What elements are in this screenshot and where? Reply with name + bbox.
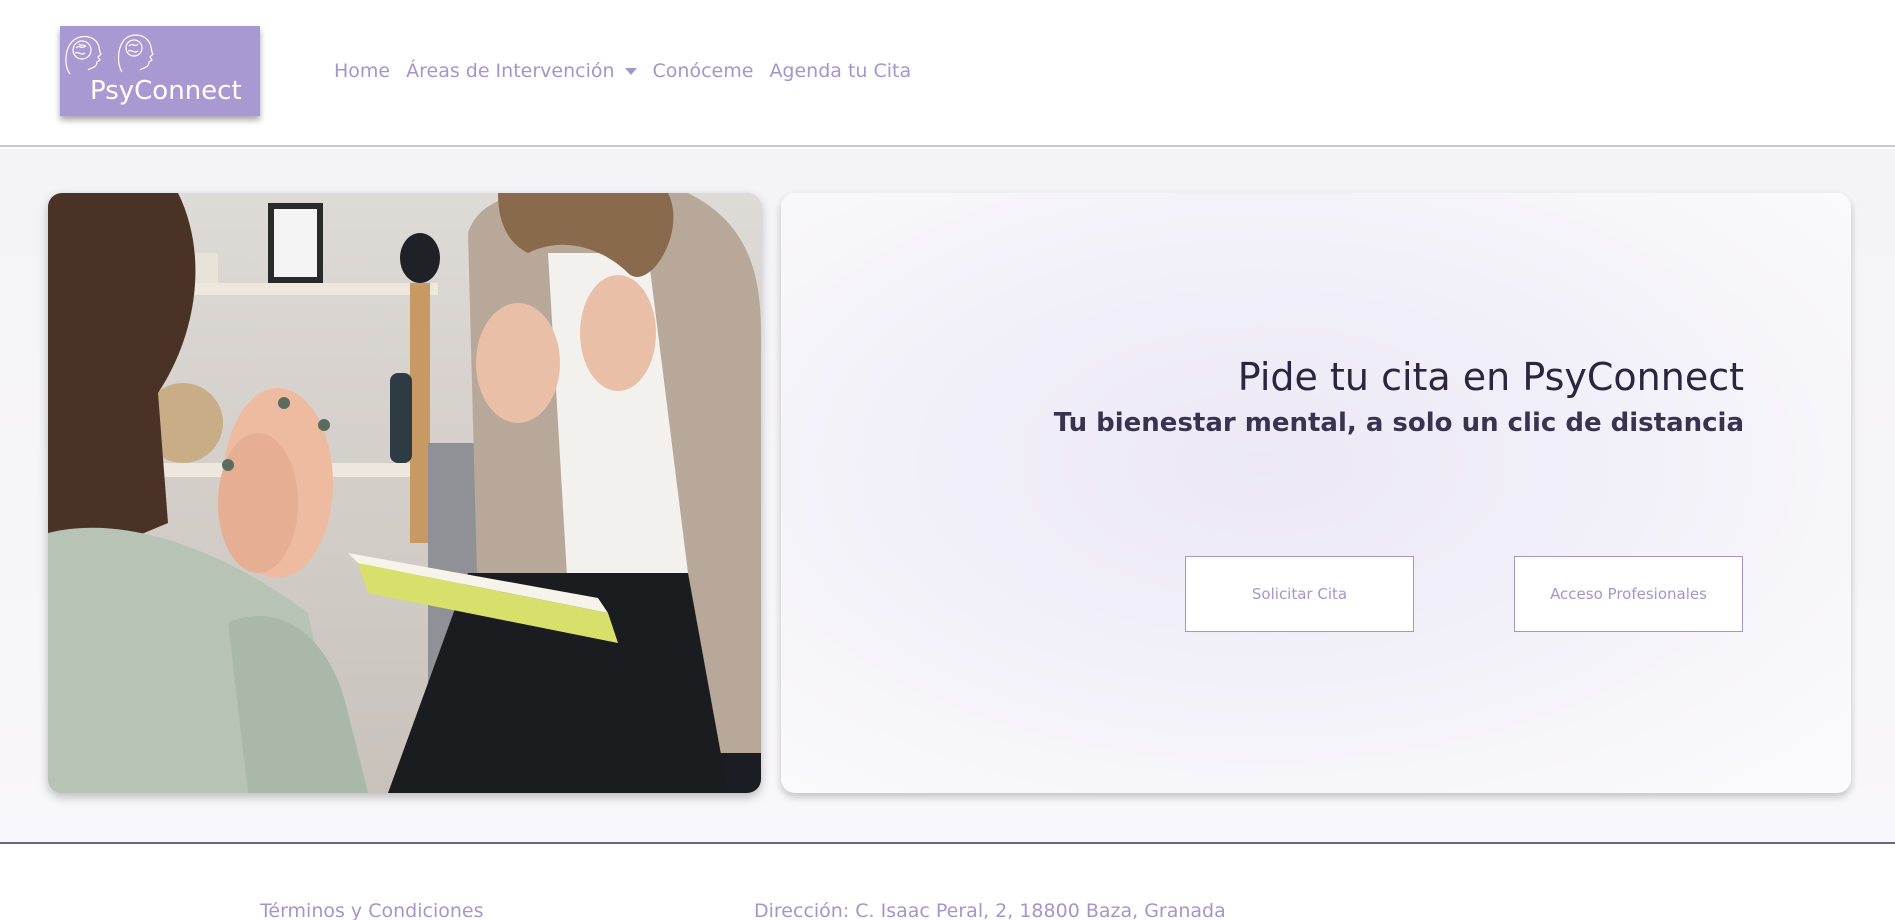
main-nav: Home Áreas de Intervención Conóceme Agen… — [334, 58, 927, 84]
nav-areas-label: Áreas de Intervención — [406, 60, 615, 82]
hero-card: Pide tu cita en PsyConnect Tu bienestar … — [781, 193, 1851, 793]
nav-book-appointment[interactable]: Agenda tu Cita — [769, 60, 911, 82]
terms-link[interactable]: Términos y Condiciones — [260, 900, 483, 920]
professional-access-button[interactable]: Acceso Profesionales — [1514, 556, 1743, 632]
hero-title: Pide tu cita en PsyConnect — [1237, 355, 1744, 399]
site-header: PsyConnect Home Áreas de Intervención Co… — [0, 0, 1895, 147]
request-appointment-button[interactable]: Solicitar Cita — [1185, 556, 1414, 632]
main-content: Pide tu cita en PsyConnect Tu bienestar … — [0, 149, 1895, 842]
caret-down-icon — [624, 67, 637, 75]
brand-logo[interactable]: PsyConnect — [60, 26, 260, 116]
nav-home[interactable]: Home — [334, 60, 390, 82]
hero-subtitle: Tu bienestar mental, a solo un clic de d… — [1053, 408, 1744, 438]
therapy-session-photo — [48, 193, 761, 793]
nav-about[interactable]: Conóceme — [653, 60, 754, 82]
brand-name: PsyConnect — [90, 76, 242, 106]
site-footer: Términos y Condiciones Dirección: C. Isa… — [0, 842, 1895, 920]
address-text: Dirección: C. Isaac Peral, 2, 18800 Baza… — [754, 900, 1226, 920]
nav-areas-dropdown[interactable]: Áreas de Intervención — [406, 60, 637, 82]
